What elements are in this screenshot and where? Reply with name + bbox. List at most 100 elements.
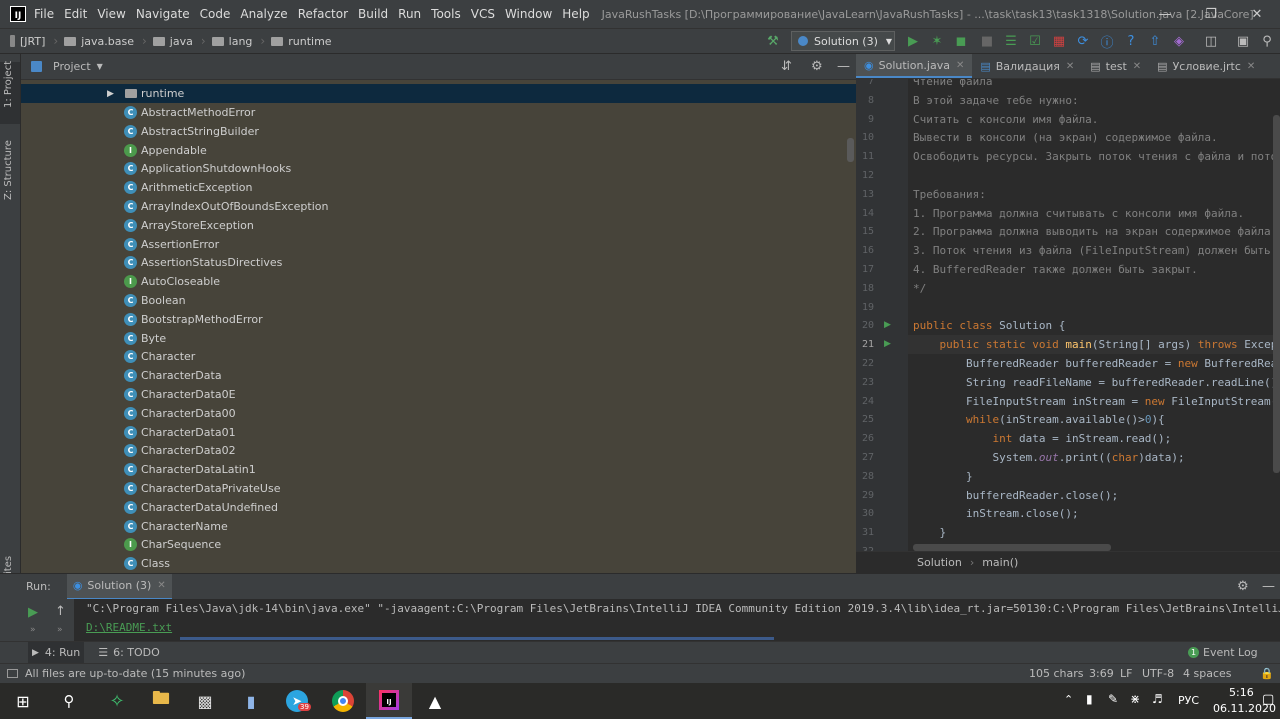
search-icon[interactable]: ⚲ [1258,32,1276,50]
line-number[interactable]: 31 [862,523,874,542]
line-number[interactable]: 24 [862,392,874,411]
tree-item[interactable]: C CharacterData0E [21,385,856,404]
breadcrumb-lang[interactable]: lang [211,35,252,48]
status-line-separator[interactable]: LF [1120,667,1132,680]
menu-build[interactable]: Build [358,7,388,21]
photos-icon[interactable]: ▲ [412,683,458,719]
debug-icon[interactable]: ✶ [928,32,946,50]
tree-item[interactable]: I AutoCloseable [21,272,856,291]
terminal-icon[interactable]: ▩ [182,683,228,719]
run-icon[interactable]: ▶ [904,32,922,50]
line-number[interactable]: 27 [862,448,874,467]
project-tool-label[interactable]: 1: Project [3,61,14,108]
project-panel-title[interactable]: Project [53,60,91,73]
run-configuration-select[interactable]: Solution (3) ▼ [791,31,895,51]
tab-solution-java[interactable]: ◉ Solution.java ✕ [856,54,973,78]
close-icon[interactable]: ✕ [1247,61,1255,72]
chrome-icon[interactable] [320,683,366,719]
line-number[interactable]: 21 [862,335,874,354]
close-icon[interactable]: ✕ [1133,61,1141,72]
line-number[interactable]: 15 [862,222,874,241]
gear-icon[interactable]: ⚙ [1237,579,1249,594]
structure-tool-label[interactable]: Z: Structure [3,140,14,200]
tree-scrollbar[interactable] [847,138,854,162]
search-icon[interactable]: ⚲ [46,683,92,719]
wifi-icon[interactable]: ⋇ [1130,692,1140,706]
minimize-button[interactable]: — [1142,0,1188,28]
editor-hscrollbar[interactable] [913,544,1111,551]
close-icon[interactable]: ✕ [1066,61,1074,72]
run-class-icon[interactable]: ▶ [884,320,891,330]
status-caret-position[interactable]: 3:69 [1089,667,1114,680]
more-icon[interactable]: » [30,625,36,635]
run-console[interactable]: "C:\Program Files\Java\jdk-14\bin\java.e… [0,599,1280,641]
menu-analyze[interactable]: Analyze [240,7,287,21]
input-language[interactable]: РУС [1178,694,1199,707]
refresh-icon[interactable]: ⟳ [1074,32,1092,50]
line-number[interactable]: 12 [862,166,874,185]
line-number[interactable]: 32 [862,542,874,551]
menu-view[interactable]: View [97,7,125,21]
rerun-icon[interactable]: ▶ [28,605,38,620]
menu-file[interactable]: File [34,7,54,21]
close-button[interactable]: ✕ [1234,0,1280,28]
tab-test[interactable]: ▤ test ✕ [1082,54,1149,78]
line-number[interactable]: 9 [868,110,874,129]
app-green-icon[interactable]: ✧ [94,683,140,719]
coverage-icon[interactable]: ◼ [952,32,970,50]
tab-condition[interactable]: ▤ Условие.jrtc ✕ [1149,54,1263,78]
menu-help[interactable]: Help [562,7,589,21]
menu-edit[interactable]: Edit [64,7,87,21]
telegram-icon[interactable]: ➤ 39 [274,683,320,719]
tool-tab-event-log[interactable]: 1 Event Log [1188,646,1258,659]
tree-item[interactable]: C BootstrapMethodError [21,310,856,329]
line-number[interactable]: 23 [862,373,874,392]
menu-refactor[interactable]: Refactor [298,7,348,21]
tree-item[interactable]: C Boolean [21,291,856,310]
code-editor[interactable]: Чтение файла В этой задаче тебе нужно: Счи… [908,79,1280,551]
project-structure-icon[interactable]: ◫ [1202,32,1220,50]
line-number[interactable]: 18 [862,279,874,298]
line-number[interactable]: 19 [862,298,874,317]
hide-panel-icon[interactable]: — [837,59,850,74]
window-icon[interactable]: ▣ [1234,32,1252,50]
windows-start-icon[interactable]: ⊞ [0,683,46,719]
collapse-all-icon[interactable]: ⇵ [781,59,792,74]
info-icon[interactable]: ⓘ [1098,32,1116,51]
line-number[interactable]: 17 [862,260,874,279]
tool-tab-todo[interactable]: ☰ 6: TODO [98,646,160,659]
list-icon[interactable]: ☰ [1002,32,1020,50]
tab-validation[interactable]: ▤ Валидация ✕ [972,54,1082,78]
maximize-button[interactable]: ❐ [1188,0,1234,28]
tree-item[interactable]: C ApplicationShutdownHooks [21,159,856,178]
upload-icon[interactable]: ⇧ [1146,32,1164,50]
line-number[interactable]: 10 [862,128,874,147]
tree-folder-runtime[interactable]: ▶ runtime [21,84,856,103]
file-explorer-icon[interactable]: 🖿 [138,683,184,719]
checkbox-icon[interactable]: ☑ [1026,32,1044,50]
gear-icon[interactable]: ⚙ [811,59,823,74]
more-icon[interactable]: » [57,625,63,635]
tree-item[interactable]: I CharSequence [21,535,856,554]
battery-icon[interactable]: ▮ [1086,692,1093,706]
breadcrumb-runtime[interactable]: runtime [271,35,332,48]
tree-item[interactable]: C AbstractMethodError [21,103,856,122]
line-number[interactable]: 25 [862,410,874,429]
menu-window[interactable]: Window [505,7,552,21]
tree-item[interactable]: C CharacterData01 [21,423,856,442]
tree-item[interactable]: C CharacterData02 [21,441,856,460]
line-number[interactable]: 8 [868,91,874,110]
tree-item[interactable]: C CharacterDataUndefined [21,498,856,517]
plugin-icon[interactable]: ◈ [1170,32,1188,50]
tree-item[interactable]: C AssertionStatusDirectives [21,253,856,272]
tree-item[interactable]: C CharacterData [21,366,856,385]
tree-item[interactable]: C CharacterName [21,517,856,536]
lock-icon[interactable]: 🔒 [1260,667,1274,680]
close-icon[interactable]: ✕ [157,580,165,591]
breadcrumb-class[interactable]: Solution [917,556,962,569]
breadcrumb-jrt[interactable]: [JRT] [10,35,45,48]
line-number[interactable]: 30 [862,504,874,523]
status-encoding[interactable]: UTF-8 [1142,667,1174,680]
tree-item[interactable]: C AssertionError [21,235,856,254]
run-method-icon[interactable]: ▶ [884,339,891,349]
